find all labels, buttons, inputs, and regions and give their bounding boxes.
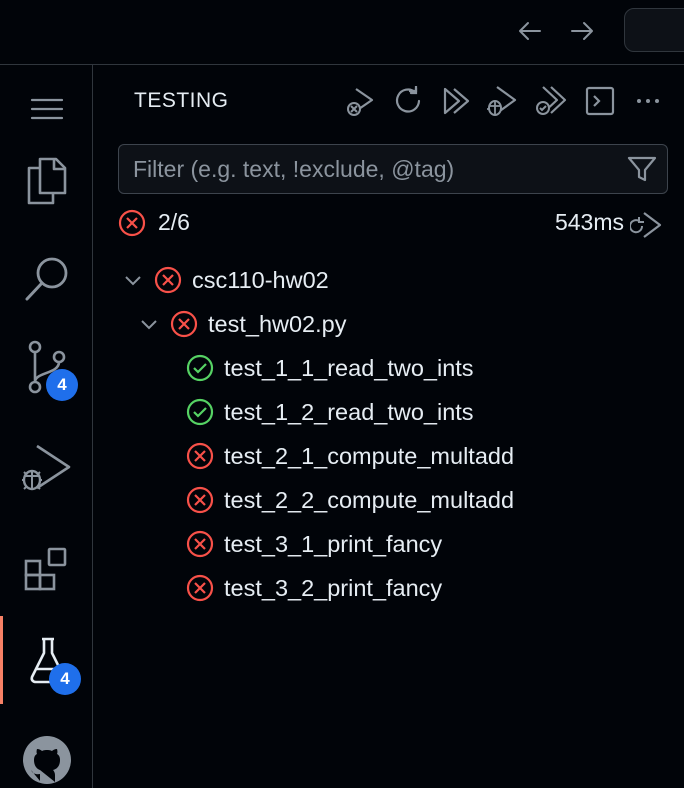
run-all-icon	[443, 87, 470, 115]
fail-status-icon	[170, 310, 198, 338]
test-summary: 2/6 543ms	[118, 205, 668, 241]
ellipsis-icon	[637, 99, 659, 103]
test-item[interactable]: test_2_1_compute_multadd	[186, 434, 514, 478]
files-icon	[27, 157, 66, 205]
refresh-icon	[395, 86, 421, 113]
run-all-tests-button[interactable]	[438, 83, 474, 119]
fail-status-icon	[186, 530, 214, 558]
explorer-button[interactable]	[0, 137, 93, 225]
pass-status-icon	[186, 354, 214, 382]
workspace-node[interactable]: csc110-hw02	[120, 258, 329, 302]
run-debug-icon	[21, 444, 70, 491]
hamburger-icon	[30, 98, 63, 120]
test-item-label: test_3_1_print_fancy	[224, 530, 443, 557]
activity-bar: 4 4	[0, 65, 93, 788]
result-count: 2/6	[158, 209, 190, 235]
test-item-label: test_2_1_compute_multadd	[224, 442, 515, 469]
rerun-failed-icon	[347, 88, 374, 116]
test-item[interactable]: test_3_2_print_fancy	[186, 566, 442, 610]
github-icon	[22, 736, 71, 784]
fail-status-icon	[118, 209, 146, 237]
github-button[interactable]	[0, 715, 93, 788]
panel-title: TESTING	[134, 89, 229, 112]
test-item[interactable]: test_1_1_read_two_ints	[186, 346, 474, 390]
refresh-tests-button[interactable]	[390, 83, 426, 119]
testing-button[interactable]: 4	[0, 616, 93, 704]
test-item-label: test_1_1_read_two_ints	[224, 354, 474, 381]
run-failed-tests-button[interactable]	[342, 83, 378, 119]
show-output-button[interactable]	[582, 83, 618, 119]
file-label: test_hw02.py	[208, 310, 347, 337]
terminal-icon	[585, 86, 615, 116]
test-filter-input[interactable]	[119, 145, 619, 193]
test-item-label: test_3_2_print_fancy	[224, 574, 443, 601]
workspace-label: csc110-hw02	[192, 266, 329, 293]
filter-box	[118, 144, 668, 194]
chevron-down-icon[interactable]	[136, 314, 162, 334]
coverage-icon	[536, 86, 567, 115]
fail-status-icon	[186, 486, 214, 514]
extensions-icon	[24, 547, 66, 591]
debug-tests-icon	[487, 86, 517, 116]
file-node[interactable]: test_hw02.py	[136, 302, 346, 346]
test-item[interactable]: test_3_1_print_fancy	[186, 522, 442, 566]
fail-status-icon	[186, 574, 214, 602]
testing-panel: TESTING Filter (e.g. text, !exclude, @ta…	[94, 65, 684, 788]
test-item-label: test_1_2_read_two_ints	[224, 398, 474, 425]
search-icon	[25, 257, 67, 301]
run-debug-button[interactable]	[0, 425, 93, 513]
test-duration: 543ms	[554, 209, 624, 235]
test-item[interactable]: test_1_2_read_two_ints	[186, 390, 474, 434]
fail-status-icon	[186, 442, 214, 470]
fail-status-icon	[154, 266, 182, 294]
rerun-icon[interactable]	[630, 209, 664, 241]
source-control-button[interactable]: 4	[0, 323, 93, 411]
debug-all-tests-button[interactable]	[484, 83, 520, 119]
test-item[interactable]: test_2_2_compute_multadd	[186, 478, 514, 522]
extensions-button[interactable]	[0, 525, 93, 613]
arrow-right-icon	[571, 22, 593, 40]
run-with-coverage-button[interactable]	[532, 83, 568, 119]
more-actions-button[interactable]	[630, 83, 666, 119]
chevron-down-icon[interactable]	[120, 270, 146, 290]
arrow-left-icon	[519, 22, 541, 40]
filter-icon[interactable]	[627, 155, 657, 183]
command-center[interactable]	[624, 8, 684, 52]
testing-badge: 4	[49, 663, 81, 695]
pass-status-icon	[186, 398, 214, 426]
back-button[interactable]	[513, 14, 547, 48]
title-bar	[0, 0, 684, 65]
search-button[interactable]	[0, 235, 93, 323]
test-item-label: test_2_2_compute_multadd	[224, 486, 515, 513]
source-control-badge: 4	[46, 369, 78, 401]
forward-button[interactable]	[565, 14, 599, 48]
